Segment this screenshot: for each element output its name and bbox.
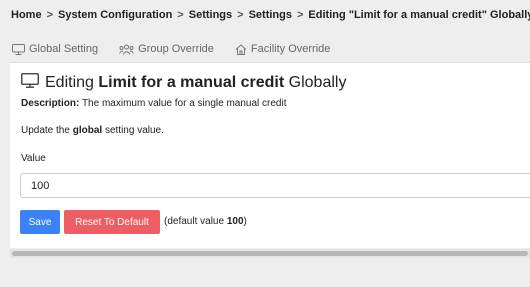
tab-label: Facility Override: [250, 43, 331, 55]
breadcrumb-settings-2[interactable]: Settings: [249, 9, 292, 21]
reset-to-default-button[interactable]: Reset To Default: [64, 210, 160, 234]
description-label: Description:: [21, 98, 80, 109]
tab-global-setting[interactable]: Global Setting: [12, 43, 98, 55]
breadcrumb-separator: >: [237, 9, 244, 21]
instruction-before: Update the: [21, 125, 70, 136]
breadcrumb-separator: >: [46, 9, 53, 21]
default-value: 100: [226, 216, 244, 227]
default-note-after: ): [243, 216, 247, 227]
breadcrumb-system-configuration[interactable]: System Configuration: [58, 9, 172, 21]
page-title: Editing Limit for a manual credit Global…: [21, 73, 346, 93]
breadcrumb-settings[interactable]: Settings: [189, 9, 232, 21]
value-input[interactable]: [20, 173, 530, 198]
tab-group-override[interactable]: Group Override: [119, 43, 214, 55]
title-suffix: Globally: [288, 74, 347, 91]
tab-label: Group Override: [138, 43, 214, 55]
default-note-before: (default value: [164, 216, 225, 227]
save-button[interactable]: Save: [20, 210, 60, 234]
default-value-note: (default value 100): [164, 216, 247, 227]
tab-bar: Global Setting Group Override Facility O…: [12, 36, 351, 62]
breadcrumb-separator: >: [177, 9, 184, 21]
tab-facility-override[interactable]: Facility Override: [235, 43, 330, 55]
setting-name: Limit for a manual credit: [98, 74, 285, 91]
instruction-after: setting value.: [104, 125, 164, 136]
tab-label: Global Setting: [29, 43, 99, 55]
description-text: The maximum value for a single manual cr…: [81, 98, 287, 109]
horizontal-scrollbar[interactable]: [10, 249, 530, 258]
instruction-text: Update the global setting value.: [21, 125, 164, 136]
instruction-scope: global: [72, 125, 103, 136]
monitor-icon: [21, 73, 39, 93]
home-icon: [235, 43, 247, 55]
title-prefix: Editing: [45, 74, 94, 91]
scrollbar-thumb[interactable]: [12, 251, 528, 256]
breadcrumb-current: Editing "Limit for a manual credit" Glob…: [308, 9, 530, 21]
users-icon: [119, 44, 135, 55]
settings-panel: Editing Limit for a manual credit Global…: [10, 62, 530, 248]
breadcrumb-separator: >: [296, 9, 304, 21]
value-label: Value: [21, 153, 46, 164]
setting-description: Description: The maximum value for a sin…: [21, 98, 286, 109]
breadcrumb: Home > System Configuration > Settings > Setti…: [11, 9, 530, 21]
monitor-icon: [12, 43, 25, 55]
breadcrumb-home[interactable]: Home: [11, 9, 42, 21]
